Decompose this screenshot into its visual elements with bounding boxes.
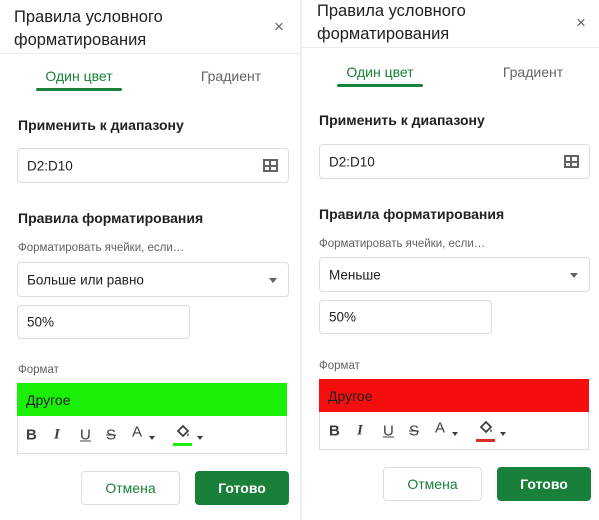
format-toolbar: B I U S A — [17, 416, 287, 454]
condition-label: Форматировать ячейки, если… — [18, 242, 185, 254]
format-toolbar: B I U S A — [319, 412, 589, 450]
strikethrough-icon[interactable]: S — [106, 427, 116, 442]
header-divider — [0, 53, 302, 54]
text-color-icon[interactable]: A — [435, 420, 445, 435]
range-value: D2:D10 — [329, 154, 375, 169]
range-input[interactable]: D2:D10 — [17, 148, 289, 183]
tab-active-indicator — [337, 84, 423, 87]
tab-single-color[interactable]: Один цвет — [337, 64, 423, 80]
strikethrough-icon[interactable]: S — [409, 423, 419, 438]
threshold-input[interactable]: 50% — [319, 300, 492, 334]
panel-title: Правила условного форматирования — [14, 8, 163, 49]
italic-icon[interactable]: I — [54, 427, 60, 442]
conditional-format-panel-right: Правила условного форматирования × Один … — [302, 0, 599, 520]
range-value: D2:D10 — [27, 158, 73, 173]
tab-active-indicator — [36, 88, 122, 91]
close-icon[interactable]: × — [576, 14, 586, 31]
format-preview: Другое — [319, 379, 589, 412]
format-label: Формат — [18, 364, 59, 376]
text-color-icon[interactable]: A — [132, 424, 142, 439]
range-input[interactable]: D2:D10 — [319, 144, 590, 179]
condition-select[interactable]: Больше или равно — [17, 262, 289, 297]
conditional-format-panel-left: Правила условного форматирования × Один … — [0, 0, 302, 520]
threshold-value: 50% — [329, 309, 357, 325]
underline-icon[interactable]: U — [383, 423, 394, 438]
dropdown-arrow-icon — [570, 273, 578, 278]
text-color-caret-icon[interactable] — [452, 431, 458, 436]
preview-text: Другое — [328, 387, 373, 404]
format-preview: Другое — [17, 383, 287, 416]
close-icon[interactable]: × — [274, 18, 284, 35]
condition-value: Больше или равно — [27, 272, 144, 287]
fill-color-icon[interactable] — [175, 424, 191, 440]
cancel-button[interactable]: Отмена — [383, 467, 482, 501]
bold-icon[interactable]: B — [329, 423, 340, 438]
italic-icon[interactable]: I — [357, 423, 363, 438]
threshold-value: 50% — [27, 314, 55, 330]
fill-color-bar — [476, 439, 495, 442]
grid-range-icon[interactable] — [564, 155, 579, 168]
tab-gradient[interactable]: Градиент — [190, 68, 272, 84]
grid-range-icon[interactable] — [263, 159, 278, 172]
range-label: Применить к диапазону — [319, 112, 485, 128]
fill-color-bar — [173, 443, 192, 446]
rules-label: Правила форматирования — [319, 206, 505, 222]
dropdown-arrow-icon — [269, 278, 277, 283]
panel-title: Правила условного форматирования — [317, 2, 466, 43]
threshold-input[interactable]: 50% — [17, 305, 190, 339]
rules-label: Правила форматирования — [18, 210, 204, 226]
preview-text: Другое — [26, 391, 71, 408]
range-label: Применить к диапазону — [18, 117, 184, 133]
done-button[interactable]: Готово — [497, 467, 591, 501]
condition-value: Меньше — [329, 267, 381, 282]
fill-color-caret-icon[interactable] — [197, 435, 203, 440]
bold-icon[interactable]: B — [26, 427, 37, 442]
fill-color-caret-icon[interactable] — [500, 431, 506, 436]
text-color-caret-icon[interactable] — [149, 435, 155, 440]
underline-icon[interactable]: U — [80, 427, 91, 442]
condition-label: Форматировать ячейки, если… — [319, 238, 486, 250]
cancel-button[interactable]: Отмена — [81, 471, 180, 505]
tab-single-color[interactable]: Один цвет — [36, 68, 122, 84]
tab-gradient[interactable]: Градиент — [492, 64, 574, 80]
fill-color-icon[interactable] — [478, 420, 494, 436]
format-label: Формат — [319, 360, 360, 372]
done-button[interactable]: Готово — [195, 471, 289, 505]
condition-select[interactable]: Меньше — [319, 257, 590, 292]
header-divider — [302, 47, 599, 48]
